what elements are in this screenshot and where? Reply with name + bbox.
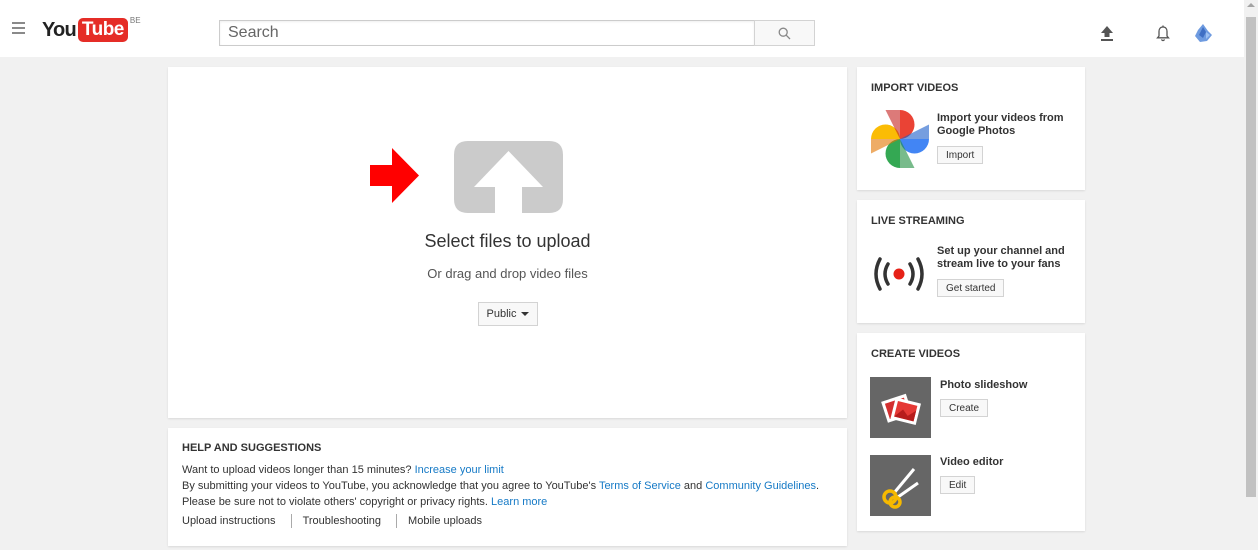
create-videos-card: CREATE VIDEOS Photo slideshow Create Vid… bbox=[857, 333, 1085, 531]
scissors-icon bbox=[881, 467, 919, 509]
increase-limit-link[interactable]: Increase your limit bbox=[415, 464, 504, 476]
import-videos-desc: Import your videos from Google Photos bbox=[937, 112, 1064, 137]
upload-icon[interactable] bbox=[1098, 24, 1116, 42]
help-line-1: Want to upload videos longer than 15 min… bbox=[182, 464, 504, 476]
search-box bbox=[219, 20, 755, 46]
live-streaming-card: LIVE STREAMING Set up your channel and s… bbox=[857, 200, 1085, 323]
country-code: BE bbox=[129, 16, 141, 25]
troubleshooting-link[interactable]: Troubleshooting bbox=[303, 513, 381, 529]
help-line-3: Please be sure not to violate others' co… bbox=[182, 496, 548, 508]
bell-icon[interactable] bbox=[1154, 24, 1172, 42]
chevron-down-icon bbox=[521, 312, 530, 316]
photo-slideshow-icon bbox=[880, 393, 921, 425]
search-icon bbox=[778, 27, 791, 39]
logo-tube: Tube bbox=[77, 18, 128, 42]
live-streaming-desc: Set up your channel and stream live to y… bbox=[937, 245, 1065, 270]
privacy-label: Public bbox=[486, 308, 517, 320]
learn-more-link[interactable]: Learn more bbox=[491, 496, 547, 508]
search-input[interactable] bbox=[220, 21, 754, 45]
photo-slideshow-title: Photo slideshow bbox=[940, 379, 1028, 391]
photo-slideshow-thumbnail[interactable] bbox=[870, 377, 931, 438]
upload-arrow-icon bbox=[454, 141, 563, 213]
upload-files-button[interactable] bbox=[454, 141, 563, 213]
upload-instructions-link[interactable]: Upload instructions bbox=[182, 513, 276, 529]
import-button[interactable]: Import bbox=[937, 146, 984, 164]
upload-title: Select files to upload bbox=[424, 231, 591, 251]
link-divider bbox=[396, 514, 398, 528]
privacy-dropdown[interactable]: Public bbox=[478, 302, 538, 326]
mobile-uploads-link[interactable]: Mobile uploads bbox=[408, 513, 482, 529]
create-slideshow-button[interactable]: Create bbox=[940, 399, 989, 417]
get-started-button[interactable]: Get started bbox=[937, 279, 1005, 297]
menu-icon[interactable] bbox=[12, 22, 28, 36]
link-divider bbox=[290, 514, 292, 528]
logo-you: You bbox=[42, 19, 77, 41]
help-line-2: By submitting your videos to YouTube, yo… bbox=[182, 480, 820, 492]
video-editor-thumbnail[interactable] bbox=[870, 455, 931, 516]
video-editor-title: Video editor bbox=[940, 456, 1004, 468]
upload-subtitle: Or drag and drop video files bbox=[427, 266, 588, 281]
red-arrow-icon bbox=[370, 148, 419, 203]
help-heading: HELP AND SUGGESTIONS bbox=[182, 442, 322, 454]
create-videos-heading: CREATE VIDEOS bbox=[871, 348, 961, 360]
live-streaming-heading: LIVE STREAMING bbox=[871, 215, 965, 227]
youtube-logo[interactable]: You Tube BE bbox=[42, 16, 141, 42]
live-broadcast-icon bbox=[874, 257, 924, 291]
scroll-up-arrow-icon[interactable] bbox=[1247, 3, 1255, 7]
upload-panel: Select files to upload Or drag and drop … bbox=[168, 67, 847, 418]
google-photos-icon bbox=[871, 110, 929, 168]
import-videos-card: IMPORT VIDEOS Import your videos from Go… bbox=[857, 67, 1085, 190]
edit-video-button[interactable]: Edit bbox=[940, 476, 976, 494]
masthead: You Tube BE bbox=[0, 0, 1244, 57]
search-button[interactable] bbox=[754, 20, 815, 46]
help-panel: HELP AND SUGGESTIONS Want to upload vide… bbox=[168, 428, 847, 546]
import-videos-heading: IMPORT VIDEOS bbox=[871, 82, 959, 94]
terms-of-service-link[interactable]: Terms of Service bbox=[599, 480, 681, 492]
help-links: Upload instructions Troubleshooting Mobi… bbox=[182, 513, 833, 529]
avatar[interactable] bbox=[1192, 22, 1214, 44]
community-guidelines-link[interactable]: Community Guidelines bbox=[705, 480, 816, 492]
page-scrollbar[interactable] bbox=[1244, 0, 1258, 550]
scroll-thumb[interactable] bbox=[1246, 17, 1256, 497]
